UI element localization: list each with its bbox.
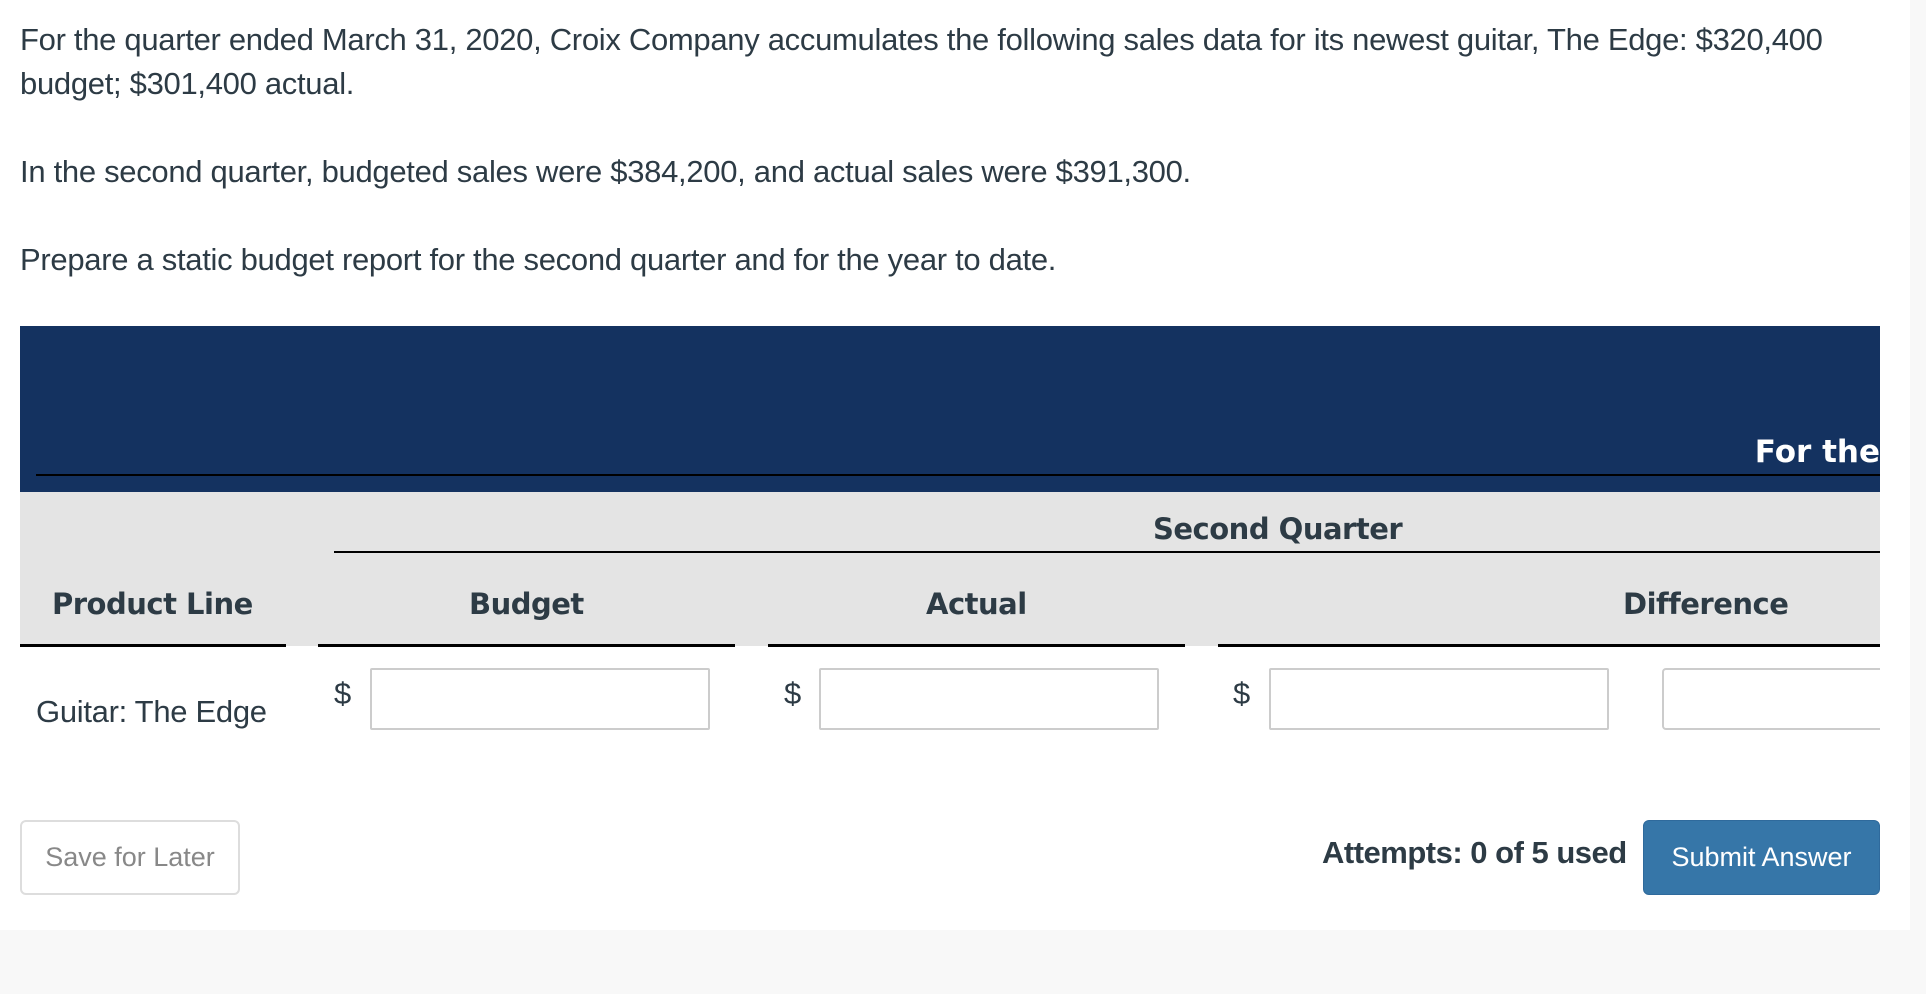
column-header-actual: Actual [926,587,1027,621]
dollar-sign: $ [334,676,352,711]
favorable-unfavorable-field-container [1662,668,1880,730]
row-label-product: Guitar: The Edge [36,694,267,729]
favorable-unfavorable-input[interactable] [1662,668,1880,730]
column-header-difference: Difference [1623,587,1789,621]
column-header-product-line: Product Line [52,587,253,621]
column-header-budget: Budget [469,587,584,621]
question-text-second-quarter: In the second quarter, budgeted sales we… [20,154,1191,189]
group-header-divider [334,551,1880,553]
question-text-intro: For the quarter ended March 31, 2020, Cr… [20,22,1823,101]
dollar-sign: $ [784,676,802,711]
submit-answer-button[interactable]: Submit Answer [1643,820,1880,895]
report-title-header: For the [20,326,1880,492]
dollar-sign: $ [1233,676,1251,711]
question-instruction: Prepare a static budget report for the s… [20,242,1057,277]
group-header-second-quarter: Second Quarter [1153,512,1403,546]
column-header-band: Second Quarter Product Line Budget Actua… [20,492,1880,646]
header-divider [36,474,1880,476]
budget-input[interactable] [370,668,710,730]
question-panel: For the quarter ended March 31, 2020, Cr… [0,0,1910,930]
difference-input[interactable] [1269,668,1609,730]
save-for-later-button[interactable]: Save for Later [20,820,240,895]
report-period-title: For the [1754,434,1880,470]
actual-input[interactable] [819,668,1159,730]
budget-underline [318,644,735,647]
product-line-underline [20,644,286,647]
attempts-counter: Attempts: 0 of 5 used [1322,835,1627,870]
difference-underline [1218,644,1880,647]
actual-underline [768,644,1185,647]
